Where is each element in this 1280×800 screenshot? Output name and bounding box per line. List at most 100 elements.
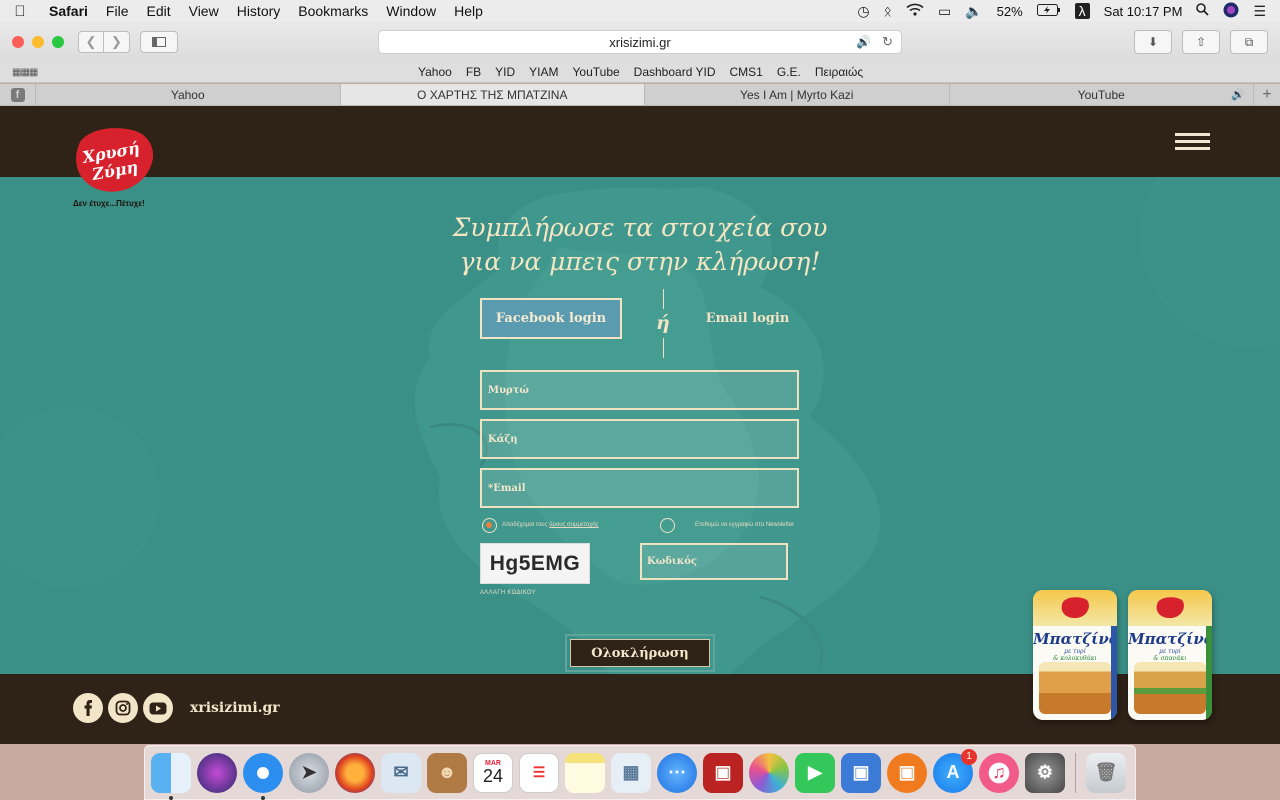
- top-sites-icon[interactable]: ▦▦▦: [12, 67, 38, 78]
- close-window-button[interactable]: [12, 36, 24, 48]
- spotlight-icon[interactable]: [1196, 3, 1210, 19]
- clock[interactable]: Sat 10:17 PM: [1104, 4, 1183, 19]
- tab-label: Yahoo: [170, 87, 205, 102]
- form-headline: Συμπλήρωσε τα στοιχεία σου για να μπεις …: [440, 211, 840, 279]
- product-subtitle-1: με τυρί: [1159, 648, 1181, 655]
- sidebar-toggle-button[interactable]: [140, 31, 178, 53]
- youtube-social-icon[interactable]: [143, 693, 173, 723]
- menu-bar:  Safari File Edit View History Bookmark…: [0, 0, 1280, 22]
- volume-icon[interactable]: 🔈: [965, 3, 982, 20]
- newsletter-radio[interactable]: [660, 518, 675, 533]
- siri-icon[interactable]: [1223, 2, 1239, 21]
- app-store-icon[interactable]: A1: [933, 748, 977, 793]
- instagram-social-icon[interactable]: [108, 693, 138, 723]
- finder-icon[interactable]: [151, 752, 191, 800]
- bookmark-youtube[interactable]: YouTube: [573, 65, 620, 79]
- bookmark-yiam[interactable]: YIAM: [529, 65, 558, 79]
- product-name: Μπατζίνα: [1128, 630, 1212, 648]
- menu-window[interactable]: Window: [377, 3, 445, 19]
- calendar-icon[interactable]: MAR 24: [473, 752, 513, 793]
- email-login-button[interactable]: Email login: [680, 311, 815, 326]
- menu-file[interactable]: File: [97, 3, 138, 19]
- menu-bookmarks[interactable]: Bookmarks: [289, 3, 377, 19]
- footer-site-link[interactable]: xrisizimi.gr: [190, 700, 280, 716]
- tab-audio-icon[interactable]: 🔊: [1231, 88, 1245, 101]
- mail-icon[interactable]: ✉: [381, 752, 421, 793]
- audio-playing-icon[interactable]: 🔊: [856, 35, 871, 49]
- tab-yahoo[interactable]: Yahoo: [36, 84, 341, 105]
- reload-icon[interactable]: ↻: [882, 34, 893, 50]
- last-name-field[interactable]: Κάζη: [480, 419, 799, 459]
- image-capture-icon[interactable]: ▣: [841, 752, 881, 793]
- trash-icon[interactable]: 🗑: [1086, 752, 1126, 793]
- submit-button[interactable]: Ολοκλήρωση: [570, 639, 710, 667]
- terms-link[interactable]: όρους συμμετοχής: [549, 522, 598, 528]
- captcha-code-field[interactable]: Κωδικός: [640, 543, 788, 580]
- notification-center-icon[interactable]: ☰: [1253, 3, 1266, 20]
- back-button[interactable]: ❮: [78, 31, 104, 53]
- tab-map-batzina[interactable]: Ο ΧΑΡΤΗΣ ΤΗΣ ΜΠΑΤΖΙΝΑ: [340, 84, 645, 105]
- bluetooth-icon[interactable]: ᛟ: [884, 3, 892, 19]
- ibooks-icon[interactable]: ▣: [887, 752, 927, 793]
- menu-help[interactable]: Help: [445, 3, 492, 19]
- facebook-login-button[interactable]: Facebook login: [480, 298, 622, 339]
- email-field[interactable]: *Email: [480, 468, 799, 508]
- forward-button[interactable]: ❯: [104, 31, 130, 53]
- apple-icon[interactable]: : [0, 3, 40, 20]
- messages-icon[interactable]: ⋯: [657, 752, 697, 793]
- downloads-button[interactable]: ⬇: [1134, 30, 1172, 54]
- minimize-window-button[interactable]: [32, 36, 44, 48]
- product-pack-spinach[interactable]: Μπατζίνα με τυρί & σπανάκι: [1128, 590, 1212, 720]
- photos-icon[interactable]: [749, 752, 789, 793]
- new-tab-button[interactable]: +: [1254, 84, 1280, 105]
- system-preferences-icon[interactable]: ⚙: [1025, 752, 1065, 793]
- airplay-icon[interactable]: ▭: [938, 3, 951, 20]
- accept-terms-radio[interactable]: [482, 518, 497, 533]
- photo-booth-icon[interactable]: ▣: [703, 752, 743, 793]
- bookmark-dashboard-yid[interactable]: Dashboard YID: [634, 65, 716, 79]
- contacts-icon[interactable]: ☻: [427, 752, 467, 793]
- menu-edit[interactable]: Edit: [137, 3, 179, 19]
- tab-yes-i-am[interactable]: Yes I Am | Myrto Kazi: [645, 84, 950, 105]
- bookmark-piraeus[interactable]: Πειραιώς: [815, 65, 863, 79]
- facetime-icon[interactable]: ▶: [795, 752, 835, 793]
- bookmark-cms1[interactable]: CMS1: [730, 65, 763, 79]
- bookmark-fb[interactable]: FB: [466, 65, 481, 79]
- site-header: [0, 106, 1280, 177]
- firefox-icon[interactable]: [335, 752, 375, 793]
- facebook-social-icon[interactable]: [73, 693, 103, 723]
- bookmark-yid[interactable]: YID: [495, 65, 515, 79]
- menu-hamburger-icon[interactable]: [1175, 133, 1210, 150]
- menu-view[interactable]: View: [180, 3, 228, 19]
- change-captcha-link[interactable]: ΑΛΛΑΓΗ ΚΩΔΙΚΟΥ: [480, 590, 536, 596]
- menu-app-name[interactable]: Safari: [40, 3, 97, 19]
- product-subtitle-2: & κολοκυθάκι: [1053, 655, 1097, 662]
- siri-dock-icon[interactable]: [197, 752, 237, 793]
- tab-youtube[interactable]: YouTube 🔊: [950, 84, 1254, 105]
- bookmark-yahoo[interactable]: Yahoo: [418, 65, 452, 79]
- fullscreen-window-button[interactable]: [52, 36, 64, 48]
- share-button[interactable]: ⇧: [1182, 30, 1220, 54]
- battery-percent: 52%: [996, 3, 1023, 19]
- launchpad-icon[interactable]: ➤: [289, 752, 329, 793]
- reminders-icon[interactable]: ☰: [519, 752, 559, 793]
- product-pack-zucchini[interactable]: Μπατζίνα με τυρί & κολοκυθάκι: [1033, 590, 1117, 720]
- safari-icon[interactable]: [243, 752, 283, 800]
- input-source-icon[interactable]: λ: [1074, 3, 1090, 19]
- time-machine-icon[interactable]: ◷: [857, 3, 869, 20]
- preview-icon[interactable]: ▦: [611, 752, 651, 793]
- sidebar-icon: [152, 37, 166, 47]
- bookmark-ge[interactable]: G.E.: [777, 65, 801, 79]
- product-subtitle-2: & σπανάκι: [1153, 655, 1187, 662]
- brand-logo[interactable]: Χρυσή Ζύμη: [70, 124, 154, 196]
- menu-history[interactable]: History: [228, 3, 290, 19]
- pinned-tab-facebook[interactable]: f: [0, 84, 36, 105]
- itunes-icon[interactable]: ♫: [979, 752, 1019, 793]
- product-name: Μπατζίνα: [1033, 630, 1117, 648]
- address-bar[interactable]: xrisizimi.gr 🔊 ↻: [378, 30, 902, 54]
- first-name-field[interactable]: Μυρτώ: [480, 370, 799, 410]
- notes-icon[interactable]: [565, 752, 605, 793]
- battery-icon[interactable]: [1036, 3, 1061, 19]
- wifi-icon[interactable]: [906, 3, 924, 19]
- tab-overview-button[interactable]: ⧉: [1230, 30, 1268, 54]
